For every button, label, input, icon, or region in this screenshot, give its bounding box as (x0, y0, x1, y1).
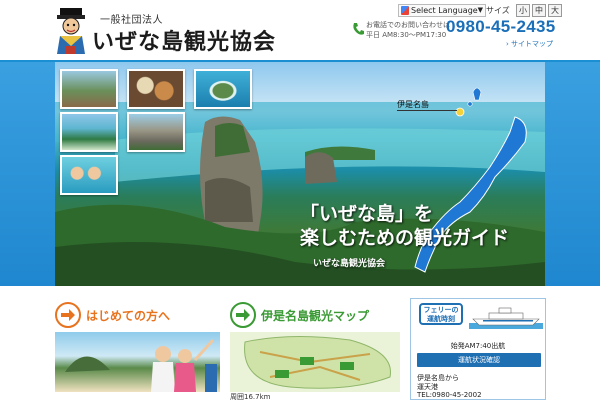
contact-label-line-1: お電話でのお問い合わせは (366, 21, 450, 29)
map-label-izena: 伊是名島 (397, 100, 429, 109)
phone-number[interactable]: 0980-45-2435 (446, 17, 555, 37)
ferry-status-button[interactable]: 運航状況確認 (417, 353, 541, 367)
thumb-aerial-island[interactable] (194, 69, 252, 109)
thumb-traditional-house[interactable] (60, 69, 118, 109)
card-tourist-map[interactable]: 伊是名島観光マップ 周囲16.7km (230, 300, 400, 400)
arrow-right-icon (55, 302, 81, 328)
thumb-kids-swimming[interactable] (60, 155, 118, 195)
font-size-label: サイズ (486, 6, 510, 15)
card-tourist-map-desc: 周囲16.7km (230, 393, 271, 400)
google-translate-icon (401, 6, 409, 15)
arrow-right-icon (230, 302, 256, 328)
thumb-coast-view[interactable] (60, 112, 118, 152)
site-logo[interactable]: 一般社団法人 いぜな島観光協会 (52, 6, 275, 56)
sitemap-link[interactable]: › サイトマップ (506, 39, 553, 49)
hero-catch-line-1: 「いぜな島」を (300, 203, 434, 225)
language-select-label: Select Language (411, 6, 478, 15)
people-photo (65, 338, 217, 392)
hero-catch-org: いぜな島観光協会 (313, 259, 386, 269)
font-size-medium-button[interactable]: 中 (532, 4, 546, 17)
dropdown-arrow-icon: ▼ (477, 6, 483, 14)
card-tourist-map-title: 伊是名島観光マップ (261, 308, 370, 323)
card-first-visit[interactable]: はじめての方へ (55, 300, 220, 400)
ferry-badge: フェリーの 運航時刻 (419, 303, 463, 325)
map-label-line (397, 110, 457, 111)
card-tourist-map-header: 伊是名島観光マップ (230, 300, 400, 330)
ferry-ship-icon (469, 307, 543, 329)
card-first-visit-image (55, 332, 220, 392)
card-tourist-map-image (230, 332, 400, 392)
ferry-badge-line-1: フェリーの (423, 306, 459, 314)
language-select[interactable]: Select Language ▼ (398, 4, 486, 17)
ferry-phone: TEL:0980-45-2002 (417, 391, 482, 399)
org-name: いぜな島観光協会 (92, 29, 277, 55)
hero-catchphrase: 「いぜな島」を 楽しむための観光ガイド (300, 202, 509, 249)
font-size-large-button[interactable]: 大 (548, 4, 562, 17)
card-first-visit-title: はじめての方へ (86, 308, 171, 323)
contact-label-line-2: 平日 AM8:30〜PM17:30 (366, 31, 447, 39)
ferry-badge-line-2: 運航時刻 (427, 315, 455, 323)
font-size-small-button[interactable]: 小 (516, 4, 530, 17)
site-header: 一般社団法人 いぜな島観光協会 Select Language ▼ サイズ 小 … (0, 0, 600, 62)
contact-hours: お電話でのお問い合わせは 平日 AM8:30〜PM17:30 (366, 20, 450, 40)
phone-icon (353, 23, 364, 35)
thumb-local-food[interactable] (127, 69, 185, 109)
ferry-schedule-panel[interactable]: フェリーの 運航時刻 始発AM7:40出航 運航状況確認 伊是名島から 運天港 … (410, 298, 546, 400)
thumb-stone-wall[interactable] (127, 112, 185, 152)
island-map (244, 335, 391, 389)
card-first-visit-header: はじめての方へ (55, 300, 220, 330)
mascot-icon (57, 8, 85, 54)
ferry-first-departure: 始発AM7:40出航 (450, 342, 506, 350)
hero-catch-line-2: 楽しむための観光ガイド (300, 227, 510, 249)
hero-banner[interactable]: 伊是名島 「いぜな島」を 楽しむための観光ガイド いぜな島観光協会 (55, 62, 545, 286)
